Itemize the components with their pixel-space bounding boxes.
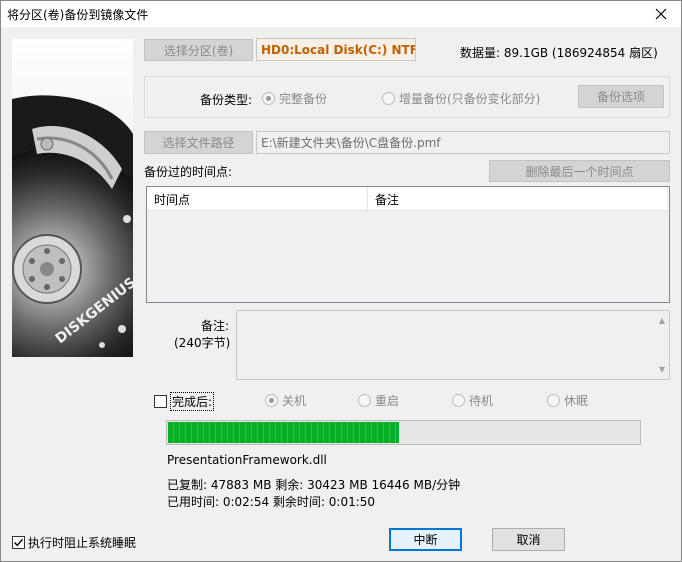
partition-value: HD0:Local Disk(C:) NTFS 2	[256, 38, 416, 61]
note-label: 备注:	[201, 319, 230, 333]
standby-radio[interactable]: 待机	[452, 392, 493, 409]
select-file-path-button[interactable]: 选择文件路径	[144, 131, 253, 154]
standby-label: 待机	[469, 394, 494, 408]
checkmark-icon	[14, 538, 24, 547]
restart-label: 重启	[375, 394, 400, 408]
radio-indicator	[382, 92, 395, 105]
radio-indicator	[547, 394, 560, 407]
data-size-text: 数据量: 89.1GB (186924854 扇区)	[460, 46, 658, 60]
diskgenius-disk-image: DISKGENIUS	[12, 39, 133, 357]
timepoints-list[interactable]: 时间点 备注	[146, 186, 670, 303]
shutdown-label: 关机	[282, 394, 307, 408]
radio-indicator	[265, 394, 278, 407]
shutdown-radio[interactable]: 关机	[265, 392, 306, 409]
progress-fill	[168, 422, 399, 443]
file-path-field[interactable]: E:\新建文件夹\备份\C盘备份.pmf	[256, 131, 670, 154]
abort-button[interactable]: 中断	[389, 528, 462, 551]
backup-type-label: 备份类型:	[200, 93, 253, 107]
list-header: 时间点 备注	[147, 187, 669, 211]
time-text: 已用时间: 0:02:54 剩余时间: 0:01:50	[167, 495, 376, 509]
full-backup-label: 完整备份	[279, 92, 328, 106]
close-icon	[655, 8, 667, 20]
select-partition-button[interactable]: 选择分区(卷)	[144, 39, 253, 61]
checkbox-box	[154, 395, 167, 408]
copied-remaining-text: 已复制: 47883 MB 剩余: 30423 MB 16446 MB/分钟	[167, 478, 461, 492]
title-bar: 将分区(卷)备份到镜像文件	[1, 1, 681, 27]
hard-disk-illustration: DISKGENIUS	[12, 39, 133, 357]
incremental-backup-radio[interactable]: 增量备份(只备份变化部分)	[382, 90, 540, 107]
note-textarea[interactable]: ▲ ▼	[236, 310, 670, 380]
current-file-text: PresentationFramework.dll	[167, 453, 327, 467]
scroll-down-icon[interactable]: ▼	[659, 365, 665, 374]
window-title: 将分区(卷)备份到镜像文件	[7, 8, 149, 22]
full-backup-radio[interactable]: 完整备份	[262, 90, 327, 107]
prevent-sleep-label: 执行时阻止系统睡眠	[28, 536, 137, 550]
cancel-button[interactable]: 取消	[492, 528, 565, 551]
column-header-note[interactable]: 备注	[368, 187, 668, 211]
restart-radio[interactable]: 重启	[358, 392, 399, 409]
close-button[interactable]	[641, 1, 681, 27]
backup-dialog: 将分区(卷)备份到镜像文件 DISKGENIUS 选择分区(卷) HD0:Loc…	[0, 0, 682, 562]
hibernate-label: 休眠	[564, 394, 589, 408]
incremental-backup-label: 增量备份(只备份变化部分)	[399, 92, 541, 106]
delete-last-timepoint-button[interactable]: 删除最后一个时间点	[489, 160, 670, 182]
radio-indicator	[452, 394, 465, 407]
timepoints-label: 备份过的时间点:	[144, 165, 233, 179]
scroll-up-icon[interactable]: ▲	[659, 316, 665, 325]
backup-options-button[interactable]: 备份选项	[578, 85, 664, 108]
radio-indicator	[262, 92, 275, 105]
checkbox-box	[12, 536, 25, 549]
after-done-checkbox[interactable]: 完成后:	[154, 392, 215, 411]
after-done-label: 完成后:	[170, 392, 215, 411]
prevent-sleep-checkbox[interactable]: 执行时阻止系统睡眠	[12, 534, 136, 551]
column-header-timepoint[interactable]: 时间点	[147, 187, 368, 211]
backup-progress-bar	[166, 420, 641, 445]
hibernate-radio[interactable]: 休眠	[547, 392, 588, 409]
note-limit: (240字节)	[174, 336, 231, 350]
radio-indicator	[358, 394, 371, 407]
